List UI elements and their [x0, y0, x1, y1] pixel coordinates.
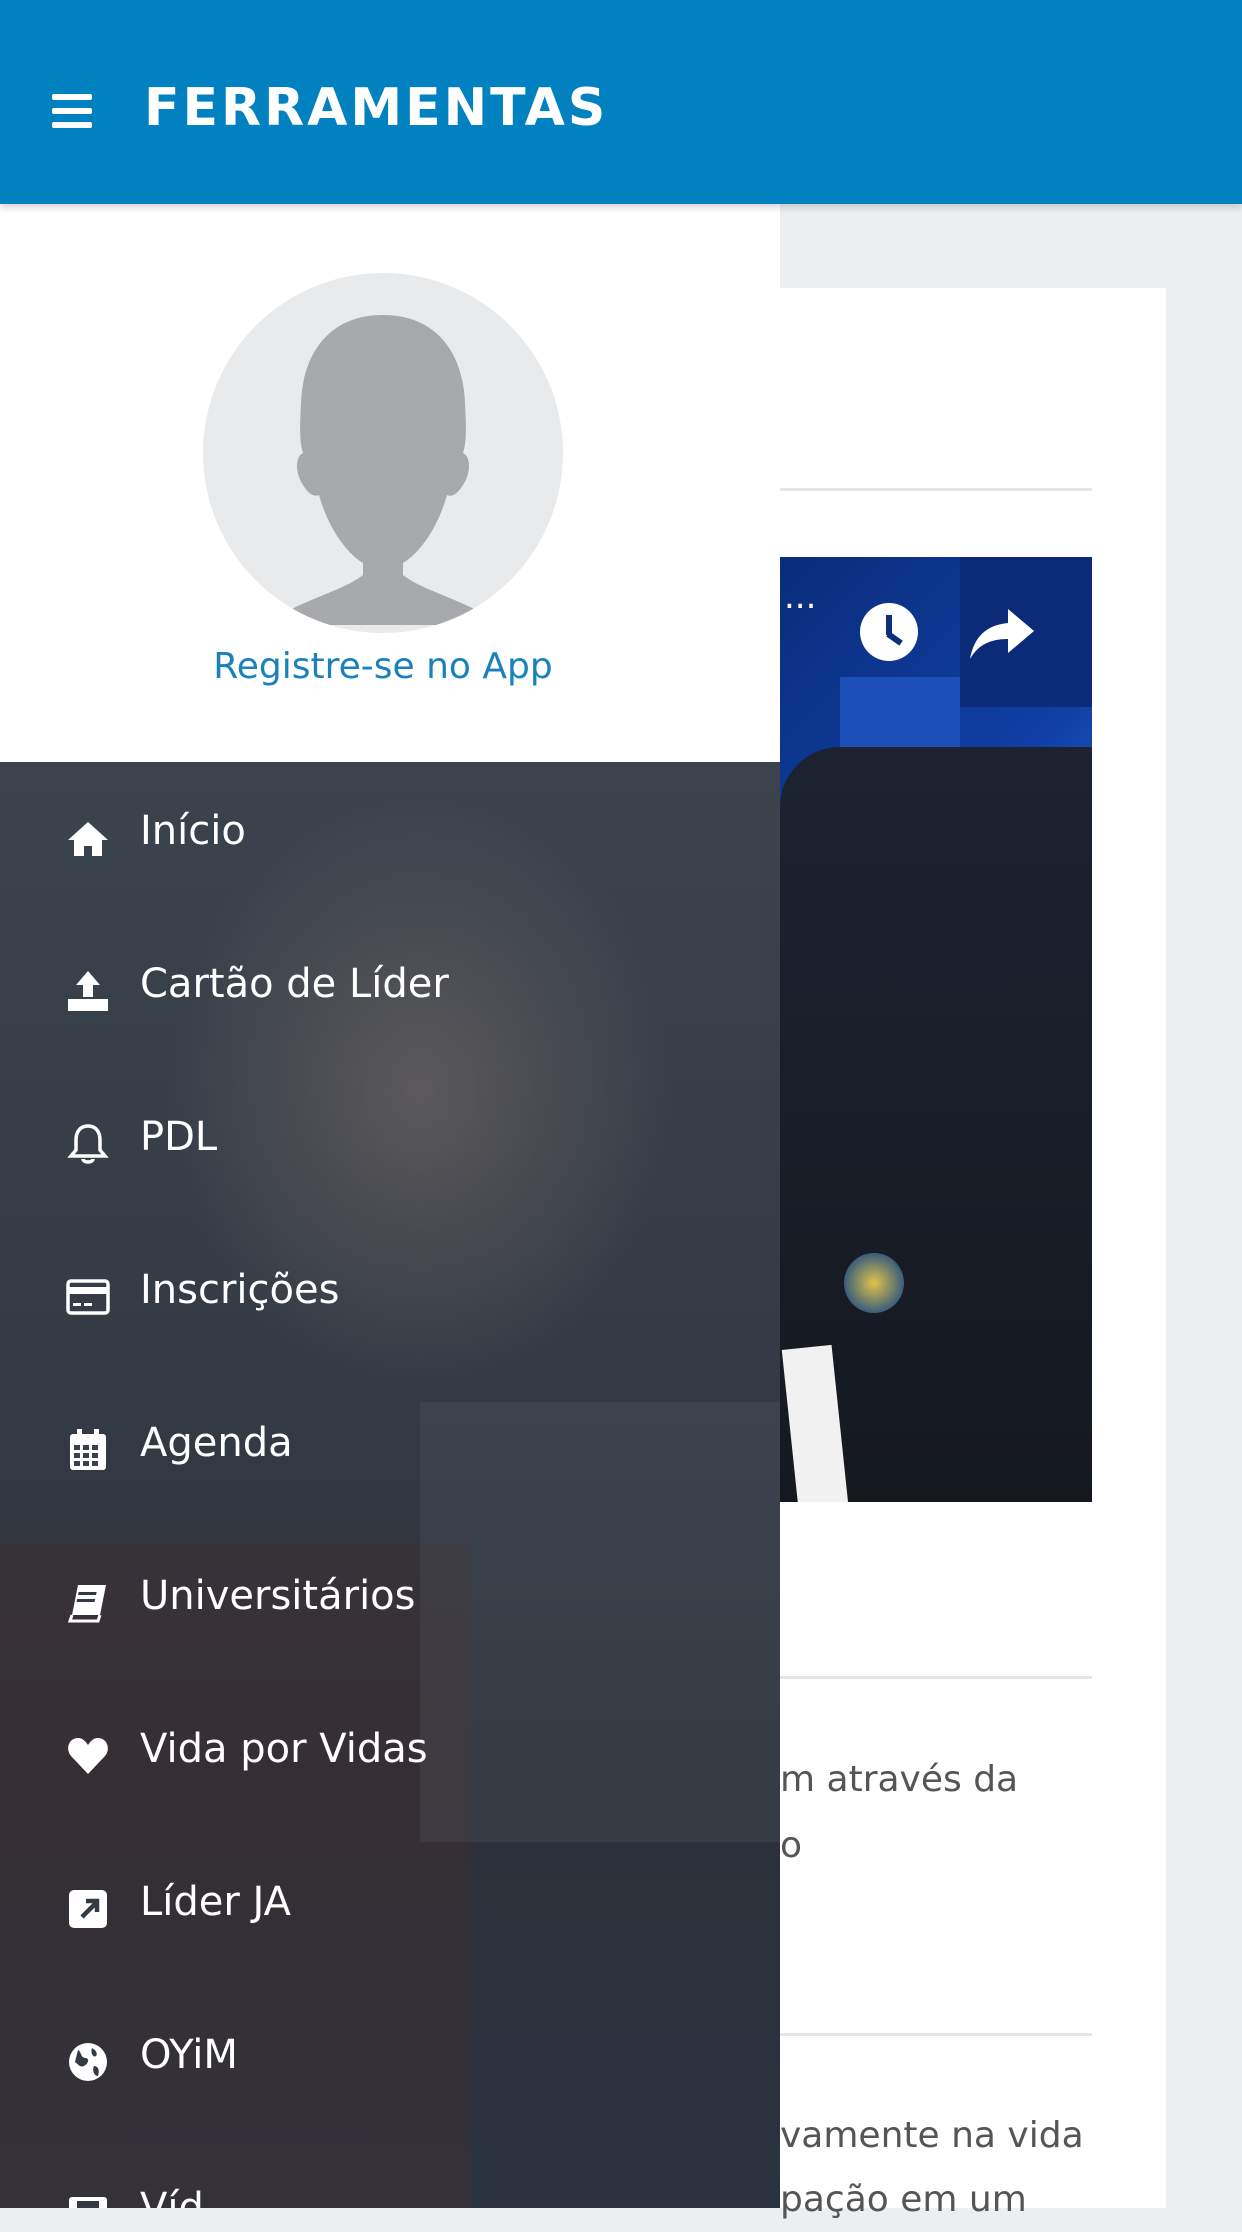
- register-link[interactable]: Registre-se no App: [0, 646, 766, 687]
- background-text: m através da: [780, 1759, 1019, 1800]
- credit-card-icon: [66, 1279, 110, 1315]
- heart-icon: [68, 1738, 108, 1774]
- background-text: pação em um: [780, 2179, 1027, 2220]
- upload-icon: [68, 971, 108, 1011]
- menu-item-universitarios[interactable]: Universitários: [0, 1527, 780, 1680]
- menu-item-label: Início: [140, 808, 246, 854]
- content-divider: [780, 2033, 1092, 2036]
- book-icon: [67, 1585, 106, 1623]
- menu-item-label: Cartão de Líder: [140, 961, 449, 1007]
- video-player[interactable]: ...: [780, 557, 1092, 1502]
- background-text: o: [780, 1825, 803, 1866]
- film-icon: [69, 2197, 107, 2208]
- hamburger-menu-icon[interactable]: [52, 94, 92, 128]
- content-divider: [780, 488, 1092, 491]
- menu-item-videos[interactable]: Víd: [0, 2139, 780, 2208]
- app-header: FERRAMENTAS: [0, 0, 1242, 204]
- avatar[interactable]: [203, 273, 563, 633]
- menu-item-label: Agenda: [140, 1420, 293, 1466]
- video-title-ellipsis: ...: [784, 577, 817, 617]
- menu-item-label: Inscrições: [140, 1267, 340, 1313]
- menu-item-cartao-de-lider[interactable]: Cartão de Líder: [0, 915, 780, 1068]
- menu-item-inscricoes[interactable]: Inscrições: [0, 1221, 780, 1374]
- menu-item-lider-ja[interactable]: Líder JA: [0, 1833, 780, 1986]
- menu-item-label: PDL: [140, 1114, 218, 1160]
- menu-item-agenda[interactable]: Agenda: [0, 1374, 780, 1527]
- drawer-profile-section: Registre-se no App: [0, 204, 780, 762]
- default-avatar-icon: [263, 315, 503, 625]
- menu-item-label: Universitários: [140, 1573, 416, 1619]
- video-pin-badge: [844, 1253, 904, 1313]
- menu-item-label: Vida por Vidas: [140, 1726, 428, 1772]
- menu-item-inicio[interactable]: Início: [0, 762, 780, 915]
- menu-item-pdl[interactable]: PDL: [0, 1068, 780, 1221]
- clock-icon[interactable]: [860, 603, 918, 661]
- menu-item-oyim[interactable]: OYiM: [0, 1986, 780, 2139]
- content-divider: [780, 1676, 1092, 1679]
- menu-item-label: Víd: [140, 2185, 204, 2208]
- menu-item-label: OYiM: [140, 2032, 238, 2078]
- background-text: vamente na vida: [780, 2115, 1084, 2156]
- share-icon[interactable]: [970, 609, 1034, 661]
- calendar-icon: [70, 1429, 106, 1470]
- page-title: FERRAMENTAS: [144, 78, 609, 138]
- external-link-icon: [69, 1890, 107, 1928]
- bell-icon: [67, 1124, 109, 1164]
- menu-item-label: Líder JA: [140, 1879, 292, 1925]
- globe-icon: [69, 2043, 107, 2081]
- drawer-menu: Início Cartão de Líder PDL Inscrições Ag…: [0, 762, 780, 2208]
- home-icon: [68, 822, 108, 856]
- menu-item-vida-por-vidas[interactable]: Vida por Vidas: [0, 1680, 780, 1833]
- navigation-drawer: Registre-se no App Início Cartão de Líde…: [0, 204, 780, 2208]
